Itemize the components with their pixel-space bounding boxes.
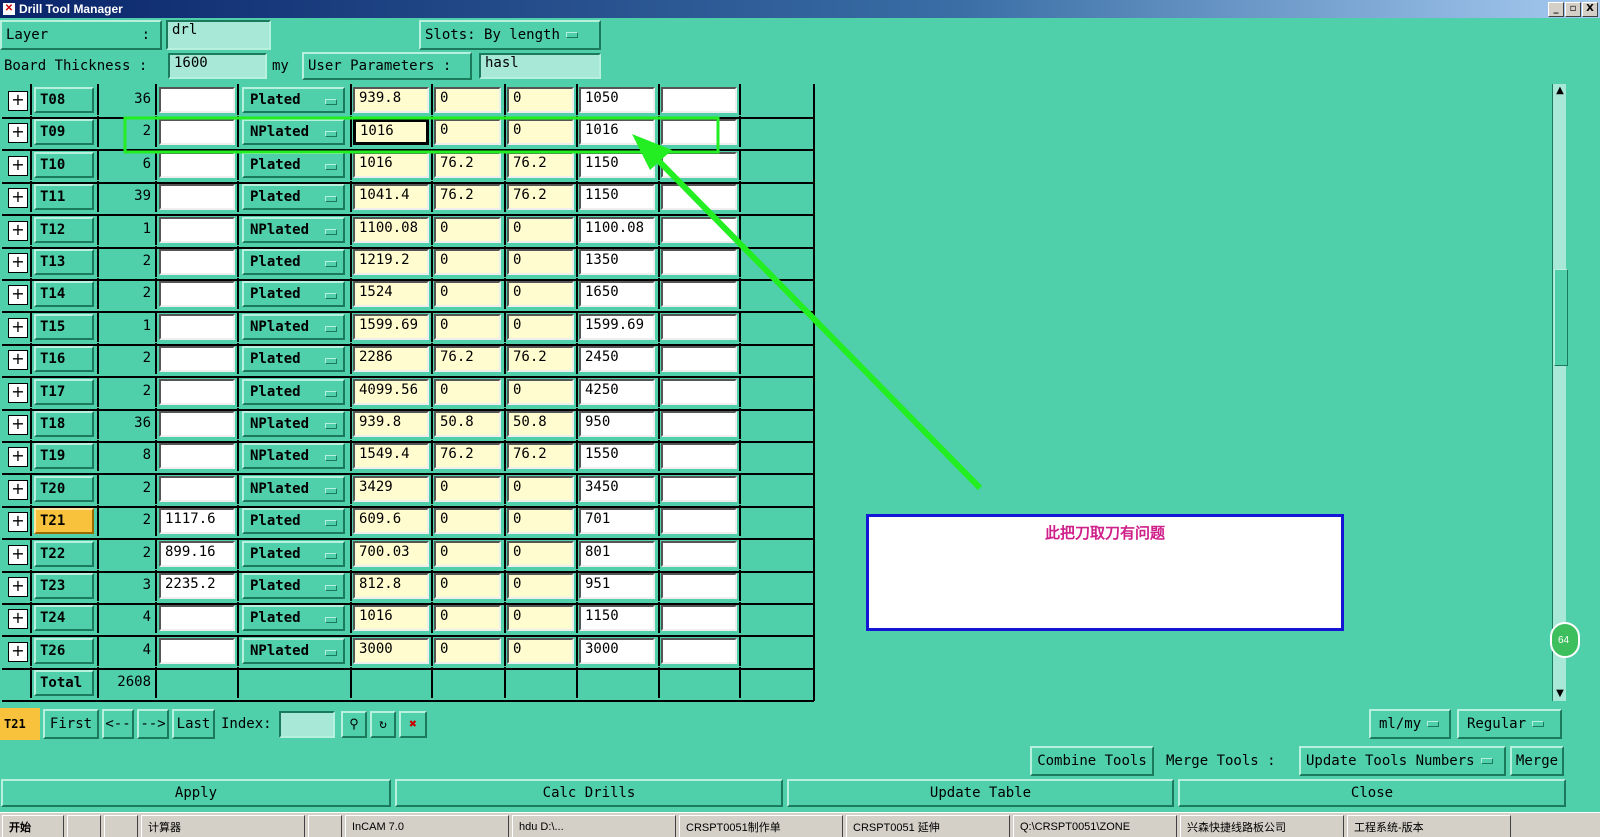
option-menu-icon bbox=[1427, 721, 1440, 727]
taskbar-item[interactable]: 兴森快捷线路板公司 bbox=[1180, 815, 1344, 837]
apply-button[interactable]: Apply bbox=[1, 779, 391, 807]
highlight-box bbox=[123, 116, 720, 154]
current-tool-indicator: T21 bbox=[0, 708, 40, 740]
taskbar-item[interactable]: 工程系统-版本 bbox=[1347, 815, 1511, 837]
first-button[interactable]: First bbox=[43, 709, 99, 739]
taskbar-item[interactable]: 计算器 bbox=[141, 815, 305, 837]
units-selector[interactable]: ml/my bbox=[1369, 709, 1451, 739]
scroll-up-icon[interactable]: ▲ bbox=[1553, 84, 1567, 98]
side-badge[interactable]: 64 bbox=[1550, 622, 1580, 658]
close-button[interactable]: Close bbox=[1178, 779, 1566, 807]
vertical-scrollbar[interactable]: ▲ ▼ bbox=[1552, 84, 1568, 701]
taskbar: 开始 计算器 InCAM 7.0 hdu D:\... CRSPT0051制作单 CRSP… bbox=[0, 812, 1600, 837]
index-input[interactable] bbox=[279, 711, 335, 738]
taskbar-item[interactable]: Q:\CRSPT0051\ZONE bbox=[1013, 815, 1177, 837]
update-table-button[interactable]: Update Table bbox=[787, 779, 1174, 807]
delete-icon[interactable]: ✖ bbox=[399, 711, 427, 738]
merge-button[interactable]: Merge bbox=[1510, 746, 1564, 776]
units-value: ml/my bbox=[1379, 716, 1422, 732]
refresh-icon[interactable]: ↻ bbox=[370, 711, 396, 738]
taskbar-item[interactable]: CRSPT0051制作单 bbox=[679, 815, 843, 837]
taskbar-item[interactable]: InCAM 7.0 bbox=[345, 815, 509, 837]
update-tools-numbers-selector[interactable]: Update Tools Numbers bbox=[1299, 746, 1506, 776]
last-button[interactable]: Last bbox=[172, 709, 215, 739]
index-label: Index: bbox=[221, 716, 272, 732]
mode-selector[interactable]: Regular bbox=[1457, 709, 1562, 739]
taskbar-item[interactable]: 开始 bbox=[2, 815, 64, 837]
taskbar-item[interactable]: CRSPT0051 延伸 bbox=[846, 815, 1010, 837]
option-menu-icon bbox=[1532, 721, 1545, 727]
previous-button[interactable]: <-- bbox=[102, 709, 134, 739]
update-tools-numbers-value: Update Tools Numbers bbox=[1306, 753, 1475, 769]
next-button[interactable]: --> bbox=[137, 709, 169, 739]
mode-value: Regular bbox=[1467, 716, 1527, 732]
taskbar-item[interactable] bbox=[67, 815, 101, 837]
merge-tools-label: Merge Tools : bbox=[1166, 753, 1276, 769]
calc-drills-button[interactable]: Calc Drills bbox=[395, 779, 783, 807]
taskbar-item[interactable]: hdu D:\... bbox=[512, 815, 676, 837]
taskbar-item[interactable] bbox=[104, 815, 138, 837]
scroll-thumb[interactable] bbox=[1554, 269, 1568, 366]
combine-tools-button[interactable]: Combine Tools bbox=[1030, 746, 1154, 776]
annotation-arrow bbox=[645, 147, 983, 491]
search-icon[interactable]: ⚲ bbox=[341, 711, 367, 738]
option-menu-icon bbox=[1480, 758, 1493, 764]
annotation-note: 此把刀取刀有问题 bbox=[866, 514, 1344, 631]
scroll-down-icon[interactable]: ▼ bbox=[1553, 687, 1567, 701]
taskbar-item[interactable] bbox=[308, 815, 342, 837]
